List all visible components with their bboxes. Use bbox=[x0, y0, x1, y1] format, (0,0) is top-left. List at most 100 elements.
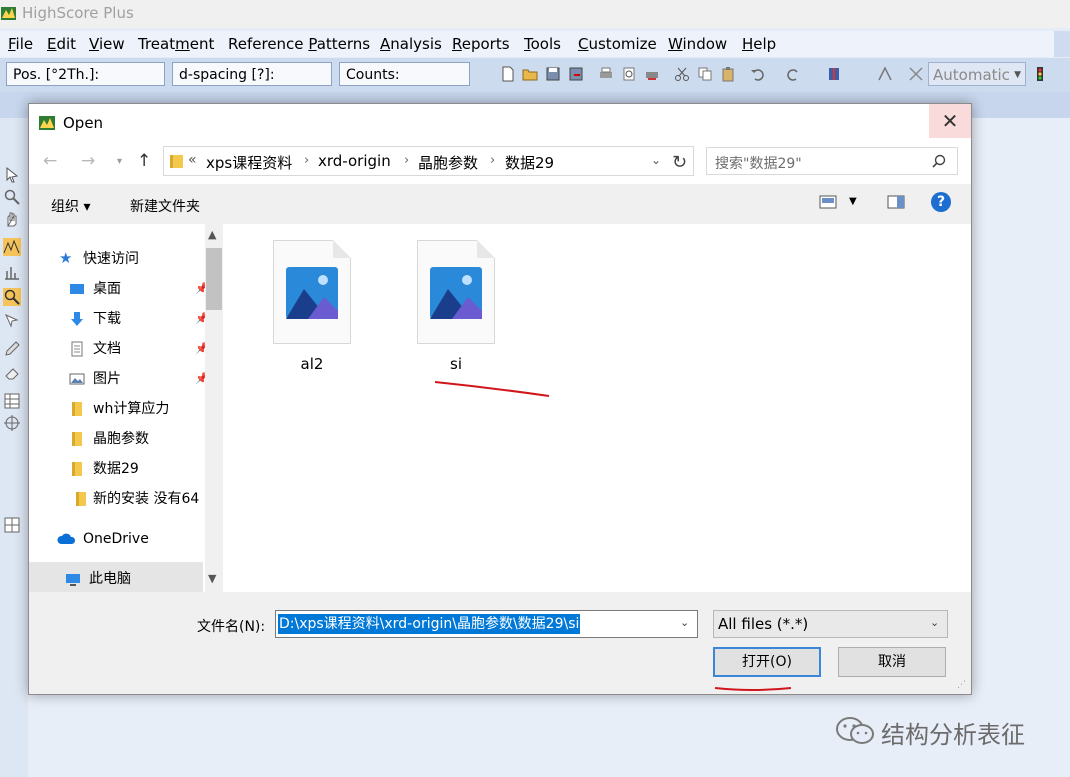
table-icon[interactable] bbox=[3, 392, 21, 410]
menu-item-text: nalysis bbox=[390, 35, 442, 53]
menu-item-text: F bbox=[8, 35, 16, 53]
up-arrow-icon[interactable]: ↑ bbox=[137, 151, 151, 171]
help-icon[interactable]: ? bbox=[931, 192, 951, 212]
breadcrumb-chevron-icon[interactable]: › bbox=[490, 153, 495, 168]
address-bar[interactable]: « xps课程资料 › xrd-origin › 晶胞参数 › 数据29 ⌄ bbox=[163, 146, 694, 176]
breadcrumb-item[interactable]: 数据29 bbox=[505, 152, 554, 173]
file-type-select[interactable]: All files (*.*) ⌄ bbox=[713, 610, 948, 638]
recent-locations-chevron-icon[interactable]: ▾ bbox=[117, 156, 122, 167]
close-button[interactable]: ✕ bbox=[929, 104, 971, 138]
pointer-icon[interactable] bbox=[3, 166, 21, 184]
print-setup-icon[interactable] bbox=[644, 66, 660, 82]
chevron-up-icon[interactable]: ▲ bbox=[208, 228, 216, 241]
breadcrumb-item[interactable]: xrd-origin bbox=[318, 152, 391, 170]
scrollbar-thumb[interactable] bbox=[206, 248, 222, 310]
menu-item[interactable]: Reference Patterns bbox=[228, 35, 370, 53]
menubar: File Edit View Treatment Reference Patterns A… bbox=[0, 31, 1070, 57]
chevron-down-icon[interactable]: ▼ bbox=[208, 572, 216, 585]
computer-icon bbox=[66, 574, 80, 586]
menu-item[interactable]: Edit bbox=[47, 35, 76, 53]
cancel-button[interactable]: 取消 bbox=[838, 647, 946, 677]
open-button[interactable]: 打开(O) bbox=[713, 647, 821, 677]
save-as-icon[interactable] bbox=[568, 66, 584, 82]
menu-item[interactable]: Analysis bbox=[380, 35, 442, 53]
preview-pane-icon[interactable] bbox=[887, 195, 905, 209]
search-box[interactable]: 搜索"数据29" bbox=[706, 147, 958, 175]
magnifier-icon[interactable] bbox=[3, 188, 21, 206]
nav-label: 此电脑 bbox=[89, 571, 131, 587]
open-dialog: Open ✕ ← → ▾ ↑ « xps课程资料 › xrd-origin › … bbox=[28, 103, 972, 695]
fit-tool-icon[interactable] bbox=[877, 66, 893, 82]
pencil-icon[interactable] bbox=[3, 340, 21, 358]
menubar-end bbox=[1054, 31, 1070, 57]
nav-item-folder[interactable]: 新的安装 没有64 bbox=[73, 487, 205, 511]
peak-tool-icon[interactable] bbox=[3, 238, 21, 256]
refresh-icon[interactable]: ↻ bbox=[672, 152, 687, 173]
nav-label: 文档 bbox=[93, 341, 121, 357]
file-name: al2 bbox=[300, 355, 324, 373]
paste-icon[interactable] bbox=[720, 66, 736, 82]
new-document-icon[interactable] bbox=[500, 66, 516, 82]
filename-value: D:\xps课程资料\xrd-origin\晶胞参数\数据29\si bbox=[278, 614, 581, 634]
redo-icon[interactable] bbox=[785, 66, 801, 82]
menu-item[interactable]: Window bbox=[668, 35, 727, 53]
chevron-down-icon[interactable]: ⌄ bbox=[680, 616, 689, 629]
traffic-light-icon[interactable] bbox=[1032, 66, 1048, 82]
menu-item-text: ent bbox=[189, 35, 215, 53]
search-icon[interactable] bbox=[931, 153, 947, 169]
open-folder-icon[interactable] bbox=[522, 66, 538, 82]
command-bar: 组织 ▾ 新建文件夹 ▼ ? bbox=[29, 184, 971, 224]
chevron-down-icon[interactable]: ⌄ bbox=[651, 153, 661, 167]
breadcrumb-overflow[interactable]: « bbox=[188, 152, 197, 168]
menu-item[interactable]: View bbox=[89, 35, 125, 53]
organize-button[interactable]: 组织 ▾ bbox=[51, 196, 90, 216]
grid-icon[interactable] bbox=[3, 516, 21, 534]
nav-scrollbar[interactable]: ▲ ▼ bbox=[205, 224, 223, 592]
wechat-icon bbox=[836, 717, 874, 744]
book-icon[interactable] bbox=[826, 66, 842, 82]
breadcrumb-chevron-icon[interactable]: › bbox=[304, 153, 309, 168]
hand-icon[interactable] bbox=[3, 210, 21, 228]
menu-item[interactable]: Tools bbox=[524, 35, 561, 53]
menu-item-text: iew bbox=[98, 35, 125, 53]
select-tool-icon[interactable] bbox=[3, 312, 21, 330]
menu-item[interactable]: Customize bbox=[578, 35, 657, 53]
view-options-icon[interactable] bbox=[819, 195, 837, 209]
chevron-down-icon[interactable]: ▼ bbox=[849, 196, 857, 207]
target-icon[interactable] bbox=[3, 414, 21, 432]
star-icon: ★ bbox=[59, 249, 73, 267]
chart-tool-icon[interactable] bbox=[3, 263, 21, 281]
forward-arrow-icon[interactable]: → bbox=[81, 151, 95, 171]
menu-item[interactable]: Treatment bbox=[138, 35, 214, 53]
menu-item[interactable]: File bbox=[8, 35, 33, 53]
print-icon[interactable] bbox=[598, 66, 614, 82]
breadcrumb-chevron-icon[interactable]: › bbox=[404, 153, 409, 168]
folder-icon bbox=[76, 492, 86, 506]
resize-grip-icon[interactable]: ⋰ bbox=[957, 680, 966, 690]
menu-item-text: R bbox=[452, 35, 462, 53]
nav-label: 图片 bbox=[93, 371, 121, 387]
print-preview-icon[interactable] bbox=[621, 66, 637, 82]
zoom-tool-icon[interactable] bbox=[3, 288, 21, 306]
new-folder-button[interactable]: 新建文件夹 bbox=[130, 196, 200, 216]
file-list: al2 si bbox=[225, 224, 971, 592]
counts-readout: Counts: bbox=[339, 62, 470, 86]
menu-item-text: eports bbox=[461, 35, 510, 53]
cut-icon[interactable] bbox=[674, 66, 690, 82]
menu-item[interactable]: Reports bbox=[452, 35, 510, 53]
copy-icon[interactable] bbox=[697, 66, 713, 82]
menu-item[interactable]: Help bbox=[742, 35, 776, 53]
nav-label: 新的安装 没有64 bbox=[93, 491, 200, 507]
automatic-dropdown[interactable]: Automatic ▼ bbox=[928, 62, 1026, 86]
filename-input[interactable]: D:\xps课程资料\xrd-origin\晶胞参数\数据29\si ⌄ bbox=[275, 610, 698, 638]
eraser-icon[interactable] bbox=[3, 364, 21, 382]
tools-off-icon[interactable] bbox=[908, 66, 924, 82]
save-icon[interactable] bbox=[545, 66, 561, 82]
breadcrumb-item[interactable]: 晶胞参数 bbox=[418, 152, 478, 173]
menu-item-text: ile bbox=[15, 35, 34, 53]
breadcrumb-item[interactable]: xps课程资料 bbox=[206, 152, 292, 173]
nav-label: 晶胞参数 bbox=[93, 431, 149, 447]
chevron-down-icon[interactable]: ⌄ bbox=[930, 616, 939, 629]
back-arrow-icon[interactable]: ← bbox=[43, 151, 57, 171]
undo-icon[interactable] bbox=[750, 66, 766, 82]
